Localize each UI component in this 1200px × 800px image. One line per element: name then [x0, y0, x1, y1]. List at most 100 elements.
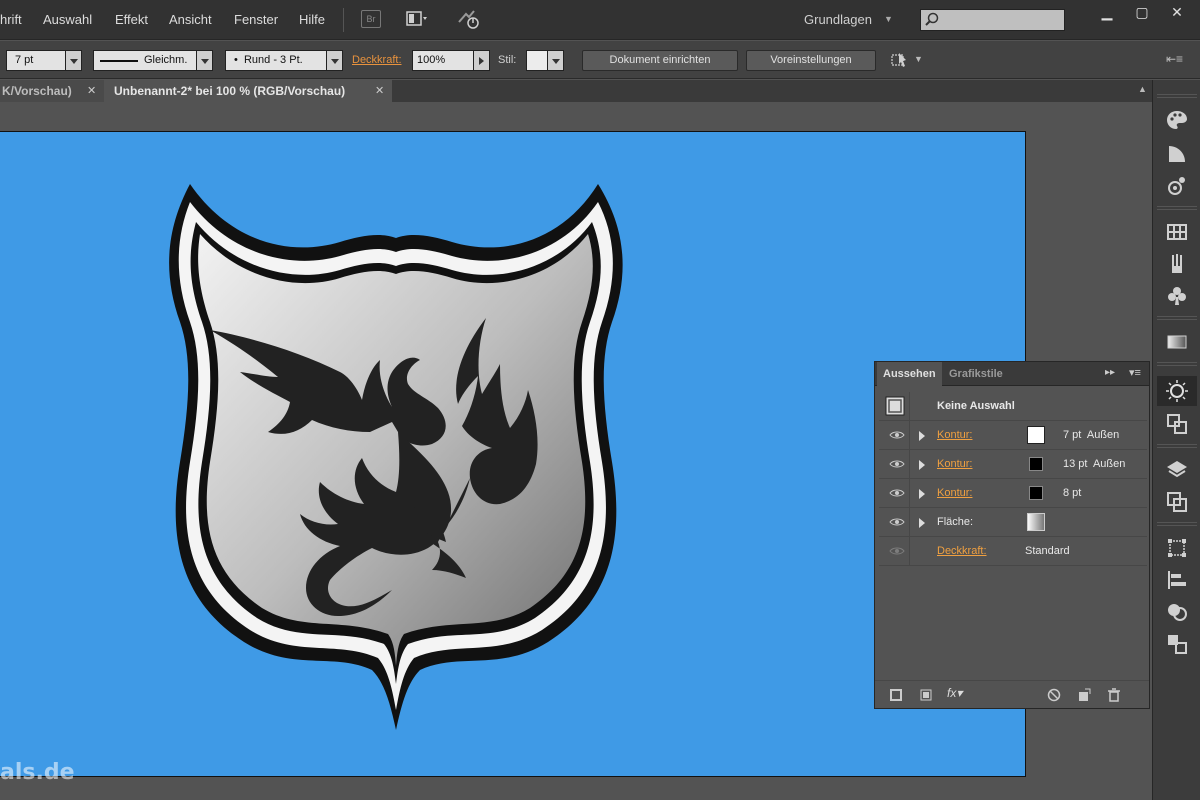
dock-grip[interactable]	[1157, 444, 1197, 448]
panel-menu-icon[interactable]: ▾≡	[1129, 366, 1141, 379]
dock-grip[interactable]	[1157, 362, 1197, 366]
maximize-button[interactable]: ▢	[1123, 0, 1161, 26]
preferences-button[interactable]: Voreinstellungen	[746, 50, 876, 71]
appearance-sun-icon[interactable]	[1165, 379, 1189, 403]
graphic-styles-icon[interactable]	[1165, 412, 1189, 436]
stroke-label[interactable]: Kontur:	[937, 487, 972, 499]
duplicate-item-icon[interactable]	[1077, 688, 1091, 702]
style-dropdown[interactable]	[548, 50, 564, 71]
opacity-label[interactable]: Deckkraft:	[937, 545, 987, 557]
bridge-icon[interactable]: Br	[361, 10, 381, 28]
appearance-stroke-row[interactable]: Kontur: 8 pt	[879, 479, 1147, 508]
pathfinder-icon[interactable]	[1165, 600, 1189, 624]
stroke-swatch[interactable]	[1029, 486, 1043, 500]
gradient-icon[interactable]	[1165, 330, 1189, 354]
stroke-label[interactable]: Kontur:	[937, 458, 972, 470]
dock-grip[interactable]	[1157, 316, 1197, 320]
search-input[interactable]	[920, 9, 1065, 31]
artboard[interactable]	[0, 131, 1026, 777]
panel-menu-icon[interactable]: ⇤≡	[1166, 52, 1183, 66]
clear-appearance-icon[interactable]	[1047, 688, 1061, 702]
symbols-club-icon[interactable]	[1165, 284, 1189, 308]
artboards-icon[interactable]	[1165, 490, 1189, 514]
close-button[interactable]: ✕	[1158, 0, 1196, 26]
brush-dot-icon: •	[234, 54, 238, 66]
menu-schrift[interactable]: hrift	[0, 12, 22, 27]
selection-row: Keine Auswahl	[879, 392, 1147, 421]
collapse-panel-icon[interactable]: ▸▸	[1105, 367, 1115, 378]
stroke-swatch[interactable]	[1027, 426, 1045, 444]
menu-auswahl[interactable]: Auswahl	[43, 12, 92, 27]
visibility-eye-icon[interactable]	[889, 430, 905, 440]
style-swatch[interactable]	[526, 50, 548, 71]
transform-options-icon[interactable]	[890, 51, 908, 69]
chevron-down-icon[interactable]: ▼	[884, 14, 893, 24]
color-palette-icon[interactable]	[1165, 108, 1189, 132]
opacity-arrow-button[interactable]	[474, 50, 490, 71]
stroke-value: 8 pt	[1063, 487, 1082, 499]
brushes-icon[interactable]	[1165, 252, 1189, 276]
appearance-opacity-row[interactable]: Deckkraft: Standard	[879, 537, 1147, 566]
tab-label: K/Vorschau)	[2, 84, 72, 98]
brush-label: Rund - 3 Pt.	[243, 54, 303, 66]
tab-appearance[interactable]: Aussehen	[877, 362, 942, 386]
dock-grip[interactable]	[1157, 94, 1197, 98]
control-bar: 7 pt Gleichm. • Rund - 3 Pt. Deckkraft: …	[0, 41, 1200, 79]
close-tab-icon[interactable]: ✕	[87, 80, 96, 102]
stroke-weight-field[interactable]: 7 pt	[6, 50, 66, 71]
add-effect-fx-icon[interactable]: fx▾	[947, 686, 962, 700]
expand-arrow-icon[interactable]	[919, 518, 925, 528]
document-tab-active[interactable]: Unbenannt-2* bei 100 % (RGB/Vorschau)	[104, 80, 392, 102]
minimize-button[interactable]: ▁	[1088, 0, 1126, 26]
stroke-value: 7 pt Außen	[1063, 429, 1120, 441]
stroke-value: 13 pt Außen	[1063, 458, 1126, 470]
transform-icon[interactable]	[1165, 536, 1189, 560]
brush-select[interactable]: • Rund - 3 Pt.	[225, 50, 327, 71]
document-setup-button[interactable]: Dokument einrichten	[582, 50, 738, 71]
opacity-field[interactable]: 100%	[412, 50, 474, 71]
layer-comps-icon[interactable]	[1165, 632, 1189, 656]
tab-graphic-styles[interactable]: Grafikstile	[943, 362, 1009, 386]
stroke-swatch[interactable]	[1029, 457, 1043, 471]
dock-grip[interactable]	[1157, 206, 1197, 210]
menu-bar: hrift Auswahl Effekt Ansicht Fenster Hil…	[0, 0, 1200, 40]
swatches-grid-icon[interactable]	[1165, 220, 1189, 244]
selection-label: Keine Auswahl	[937, 400, 1015, 412]
menu-hilfe[interactable]: Hilfe	[299, 12, 325, 27]
color-guide-icon[interactable]	[1165, 142, 1189, 166]
expand-arrow-icon[interactable]	[919, 489, 925, 499]
appearance-stroke-row[interactable]: Kontur: 13 pt Außen	[879, 450, 1147, 479]
workspace-switcher[interactable]: Grundlagen	[804, 12, 872, 27]
visibility-eye-icon[interactable]	[889, 459, 905, 469]
visibility-eye-icon[interactable]	[889, 488, 905, 498]
maximize-icon: ▢	[1135, 4, 1149, 20]
expand-arrow-icon[interactable]	[919, 431, 925, 441]
visibility-eye-icon[interactable]	[889, 517, 905, 527]
menu-effekt[interactable]: Effekt	[115, 12, 148, 27]
fill-gradient-swatch[interactable]	[1027, 513, 1045, 531]
dock-grip[interactable]	[1157, 522, 1197, 526]
stroke-label[interactable]: Kontur:	[937, 429, 972, 441]
menu-ansicht[interactable]: Ansicht	[169, 12, 212, 27]
appearance-fill-row[interactable]: Fläche:	[879, 508, 1147, 537]
arrange-documents-icon[interactable]	[406, 10, 428, 28]
gpu-performance-icon[interactable]	[456, 8, 482, 30]
add-stroke-icon[interactable]	[889, 688, 903, 702]
close-tab-icon[interactable]: ✕	[375, 80, 384, 102]
symbol-sprayer-icon[interactable]	[1165, 174, 1189, 198]
align-icon[interactable]	[1165, 568, 1189, 592]
brush-dropdown[interactable]	[327, 50, 343, 71]
profile-dropdown[interactable]	[197, 50, 213, 71]
layers-icon[interactable]	[1165, 458, 1189, 482]
appearance-stroke-row[interactable]: Kontur: 7 pt Außen	[879, 421, 1147, 450]
collapse-icon[interactable]: ▲	[1138, 84, 1147, 94]
menu-fenster[interactable]: Fenster	[234, 12, 278, 27]
chevron-down-icon[interactable]: ▼	[914, 54, 923, 64]
expand-arrow-icon[interactable]	[919, 460, 925, 470]
add-fill-icon[interactable]	[919, 688, 933, 702]
stroke-weight-dropdown[interactable]	[66, 50, 82, 71]
opacity-link[interactable]: Deckkraft:	[352, 54, 402, 66]
delete-trash-icon[interactable]	[1107, 688, 1121, 702]
visibility-eye-icon[interactable]	[889, 546, 905, 556]
dragon-shield-artwork[interactable]	[0, 132, 1026, 778]
